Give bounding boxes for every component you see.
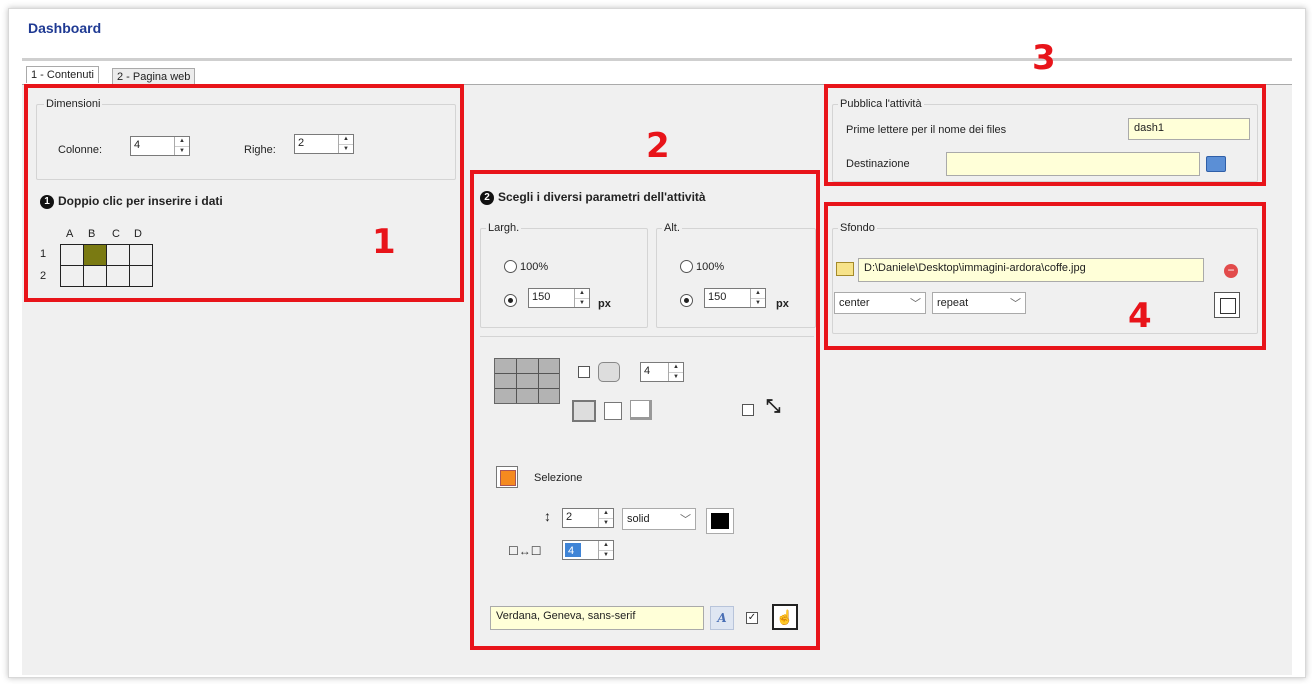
annotation-number-4: 4	[1128, 296, 1152, 336]
annotation-box-1	[24, 84, 464, 302]
annotation-number-1: 1	[372, 222, 396, 262]
annotation-box-3	[824, 84, 1266, 186]
title-separator	[22, 58, 1292, 61]
annotation-number-3: 3	[1032, 38, 1056, 78]
tab-pagina-web[interactable]: 2 - Pagina web	[112, 68, 196, 85]
window-title: Dashboard	[28, 20, 102, 36]
annotation-box-4	[824, 202, 1266, 350]
annotation-box-2	[470, 170, 820, 650]
tab-contenuti[interactable]: 1 - Contenuti	[26, 66, 99, 83]
annotation-number-2: 2	[646, 126, 670, 166]
